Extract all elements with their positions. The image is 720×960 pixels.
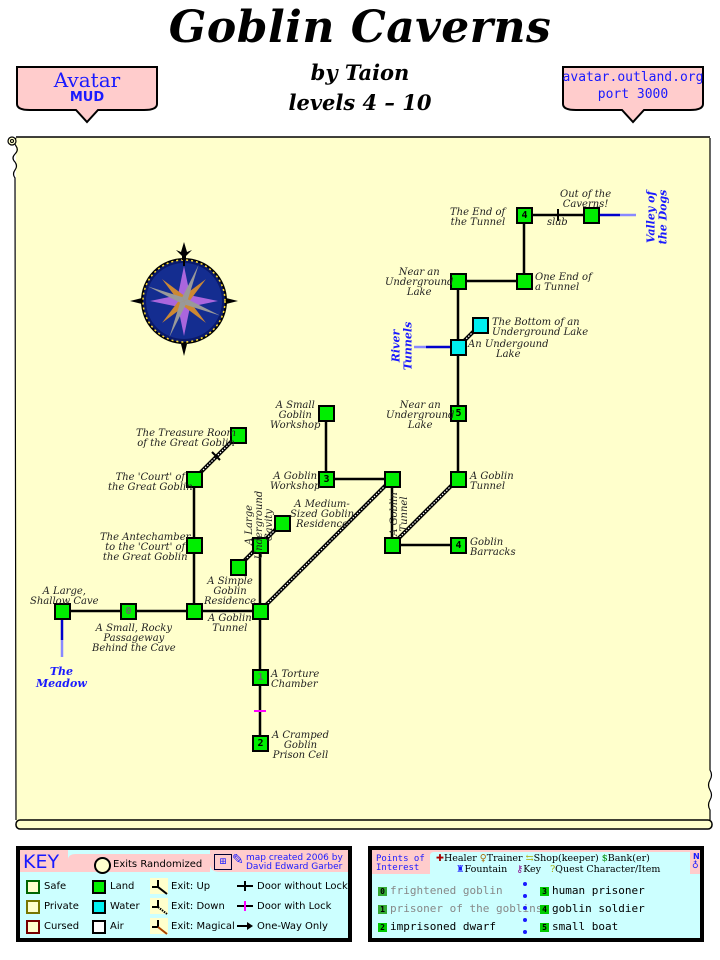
air-label: Air	[110, 921, 124, 932]
cursed-zone-swatch	[26, 920, 40, 934]
room-rocky-passageway[interactable]: 0	[120, 603, 137, 620]
map-key-panel: KEY Exits Randomized ⊞ ✎ map created 200…	[16, 846, 352, 942]
healer-label: Healer	[443, 853, 477, 864]
land-terrain-swatch	[92, 880, 106, 894]
trainer-icon: ♀	[479, 853, 487, 864]
poi-title-line2: Interest	[376, 863, 420, 873]
label-end-of-tunnel: The End of the Tunnel	[450, 207, 506, 228]
label-rocky-passageway: A Small, Rocky Passageway Behind the Cav…	[92, 623, 176, 654]
label-out-of-caverns: Out of the Caverns!	[560, 189, 612, 210]
key-title: KEY	[23, 851, 60, 873]
bank-label: Bank(er)	[607, 853, 650, 864]
poi-item-1: 1 prisoner of the goblins	[378, 902, 542, 915]
air-terrain-swatch	[92, 920, 106, 934]
label-simple-residence: A Simple Goblin Residence	[204, 576, 257, 607]
safe-label: Safe	[44, 881, 67, 892]
cursed-label: Cursed	[44, 921, 80, 932]
quill-pen-icon: ✎	[232, 852, 244, 868]
scroll-map-icon: ⊞	[214, 854, 232, 870]
private-label: Private	[44, 901, 79, 912]
label-torture-chamber: A Torture Chamber	[271, 669, 320, 690]
poi-item-3: 3 human prisoner	[540, 884, 645, 897]
label-goblin-tunnel-east: A Goblin Tunnel	[470, 471, 514, 492]
label-one-end-of-tunnel: One End of a Tunnel	[535, 272, 592, 293]
door-type-icons	[237, 881, 253, 930]
one-way-arrow-icon	[247, 922, 253, 930]
private-zone-swatch	[26, 900, 40, 914]
room-goblin-barracks[interactable]: 4	[450, 537, 467, 554]
label-large-cavity: A Large Underground Cavity	[244, 490, 276, 560]
room-goblin-tunnel-low[interactable]	[384, 537, 401, 554]
label-large-shallow-cave: A Large, Shallow Cave	[30, 586, 99, 607]
label-small-workshop: A Small Goblin Workshop	[270, 400, 321, 431]
quest-label: Quest Character/Item	[555, 864, 661, 875]
exit-magical-label: Exit: Magical	[171, 921, 235, 932]
label-goblin-tunnel-south: A Goblin Tunnel	[208, 613, 252, 634]
label-court: The 'Court' of the Great Goblin	[108, 472, 193, 493]
water-label: Water	[110, 901, 140, 912]
room-simple-residence[interactable]	[230, 559, 247, 576]
one-way-label: One-Way Only	[257, 921, 328, 932]
label-antechamber: The Antechamber to the 'Court' of the Gr…	[100, 532, 191, 563]
label-bottom-lake: The Bottom of an Underground Lake	[492, 317, 589, 338]
label-near-lake-2: Near an Underground Lake	[386, 400, 455, 431]
room-one-end-of-tunnel[interactable]	[516, 273, 533, 290]
fountain-icon: ♜	[456, 864, 465, 875]
water-terrain-swatch	[92, 900, 106, 914]
trainer-label: Trainer	[486, 853, 523, 864]
label-treasure-room: The Treasure Room of the Great Goblin	[136, 428, 237, 449]
shop-icon: ⇆	[525, 853, 534, 864]
exit-up-label: Exit: Up	[171, 881, 211, 892]
room-prison-cell[interactable]: 2	[252, 735, 269, 752]
exit-down-label: Exit: Down	[171, 901, 225, 912]
exits-randomized-icon	[94, 857, 111, 874]
compass-north-label: N	[693, 852, 700, 861]
poi-item-5: 5 small boat	[540, 920, 618, 933]
exit-river-tunnels[interactable]: River Tunnels	[389, 322, 414, 371]
safe-zone-swatch	[26, 880, 40, 894]
room-bottom-lake[interactable]	[472, 317, 489, 334]
label-goblin-tunnel-mid: A Goblin Tunnel	[388, 492, 410, 536]
exit-valley-of-the-dogs[interactable]: Valley of the Dogs	[644, 190, 669, 245]
room-medium-residence[interactable]	[274, 515, 291, 532]
exits-randomized-label: Exits Randomized	[113, 859, 203, 870]
room-torture-chamber[interactable]: 1	[252, 669, 269, 686]
poi-item-2: 2 imprisoned dwarf	[378, 920, 496, 933]
room-goblin-tunnel-mid[interactable]	[384, 471, 401, 488]
exit-the-meadow[interactable]: The Meadow	[36, 666, 87, 690]
room-junction-west[interactable]	[186, 603, 203, 620]
door-no-lock-label: Door without Lock	[257, 881, 348, 892]
poi-column-divider	[523, 882, 527, 934]
poi-item-0: 0 frightened goblin	[378, 884, 503, 897]
land-label: Land	[110, 881, 135, 892]
fountain-label: Fountain	[464, 864, 508, 875]
room-undergound-lake[interactable]	[450, 339, 467, 356]
points-of-interest-panel: Points of Interest ✚Healer ♀Trainer ⇆Sho…	[368, 846, 704, 942]
label-goblin-workshop: A Goblin Workshop	[270, 471, 321, 492]
door-lock-label: Door with Lock	[257, 901, 332, 912]
healer-icon: ✚	[436, 853, 444, 864]
poi-item-4: 4 goblin soldier	[540, 902, 645, 915]
label-medium-residence: A Medium- Sized Goblin Residence	[290, 499, 355, 530]
room-goblin-tunnel-east[interactable]	[450, 471, 467, 488]
credit-line-2: David Edward Garber	[246, 862, 343, 872]
label-near-lake-1: Near an Underground Lake	[385, 267, 454, 298]
room-end-of-tunnel[interactable]: 4	[516, 207, 533, 224]
compass-north-icon: ♁	[692, 861, 699, 871]
label-goblin-barracks: Goblin Barracks	[470, 537, 516, 558]
room-goblin-workshop[interactable]: 3	[318, 471, 335, 488]
key-label: Key	[523, 864, 542, 875]
exit-type-icons	[150, 878, 168, 935]
label-undergound-lake: An Undergound Lake	[468, 339, 549, 360]
label-prison-cell: A Cramped Goblin Prison Cell	[272, 730, 329, 761]
room-small-workshop[interactable]	[318, 405, 335, 422]
shop-label: Shop(keeper)	[533, 853, 599, 864]
label-slab-door: slab	[547, 217, 568, 228]
